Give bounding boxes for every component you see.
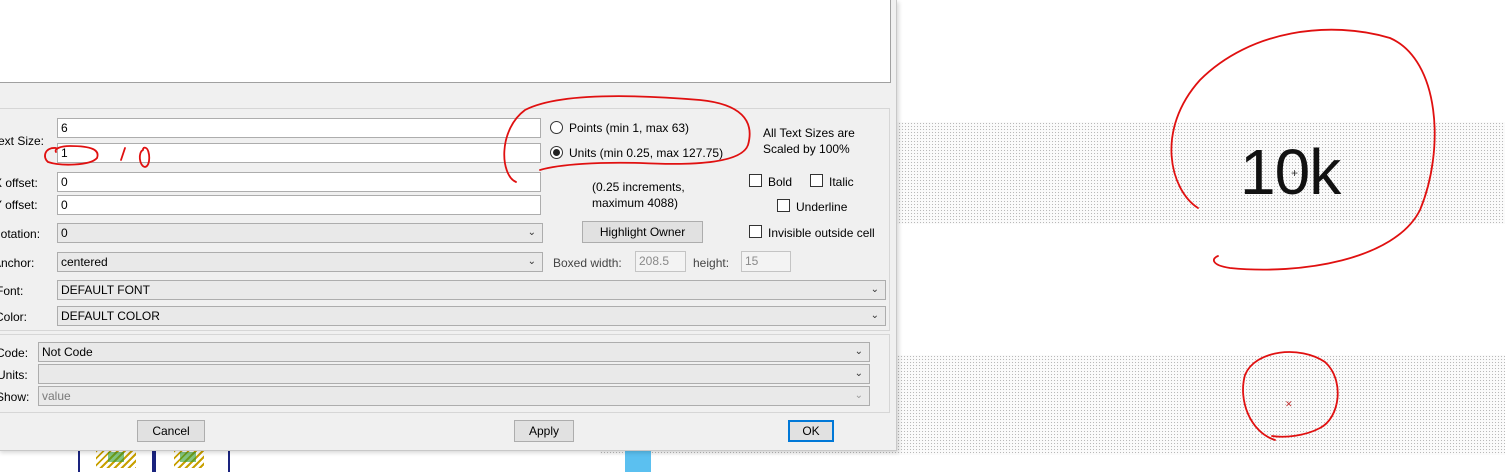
boxed-height-label: height: — [693, 256, 730, 270]
dotted-region-top — [895, 122, 1505, 224]
units-label: Units: — [0, 368, 28, 382]
x-offset-input[interactable]: 0 — [57, 172, 541, 192]
text-size-label: Text Size: — [0, 134, 45, 148]
cancel-button[interactable]: Cancel — [137, 420, 205, 442]
chevron-down-icon: ⌄ — [854, 368, 863, 379]
units-radio[interactable] — [550, 146, 563, 159]
small-anchor-mark-icon: ✕ — [1285, 399, 1293, 409]
text-content-area[interactable] — [0, 0, 891, 83]
y-offset-input[interactable]: 0 — [57, 195, 541, 215]
chevron-down-icon: ⌄ — [527, 256, 536, 267]
y-offset-label: Y offset: — [0, 198, 38, 212]
color-value: DEFAULT COLOR — [61, 309, 160, 323]
font-label: Font: — [0, 284, 24, 298]
chevron-down-icon: ⌄ — [854, 390, 863, 401]
anchor-select[interactable]: centered ⌄ — [57, 252, 543, 272]
bold-label[interactable]: Bold — [768, 175, 792, 189]
show-select: value ⌄ — [38, 386, 870, 406]
anchor-label: Anchor: — [0, 256, 35, 270]
text-size-units-input[interactable]: 1 — [57, 143, 541, 163]
text-properties-dialog: Text Size: 6 1 X offset: 0 Y offset: 0 R… — [0, 0, 897, 451]
font-select[interactable]: DEFAULT FONT ⌄ — [57, 280, 886, 300]
rotation-select[interactable]: 0 ⌄ — [57, 223, 543, 243]
boxed-height-input: 15 — [741, 251, 791, 272]
code-value: Not Code — [42, 345, 93, 359]
schematic-part-right — [152, 448, 230, 472]
schematic-part-left — [78, 448, 156, 472]
chevron-down-icon: ⌄ — [870, 284, 879, 295]
highlight-owner-button[interactable]: Highlight Owner — [582, 221, 703, 243]
chevron-down-icon: ⌄ — [854, 346, 863, 357]
italic-label[interactable]: Italic — [829, 175, 854, 189]
code-select[interactable]: Not Code ⌄ — [38, 342, 870, 362]
x-offset-label: X offset: — [0, 176, 38, 190]
chevron-down-icon: ⌄ — [527, 227, 536, 238]
font-value: DEFAULT FONT — [61, 283, 150, 297]
underline-label[interactable]: Underline — [796, 200, 847, 214]
invisible-outside-cell-label[interactable]: Invisible outside cell — [768, 226, 875, 240]
blue-wire-segment — [625, 450, 651, 472]
code-label: Code: — [0, 346, 29, 360]
bold-checkbox[interactable] — [749, 174, 762, 187]
rotation-value: 0 — [61, 226, 68, 240]
underline-checkbox[interactable] — [777, 199, 790, 212]
anchor-cross-icon: + — [1291, 166, 1299, 180]
apply-button[interactable]: Apply — [514, 420, 574, 442]
points-radio[interactable] — [550, 121, 563, 134]
rotation-label: Rotation: — [0, 227, 41, 241]
show-label: Show: — [0, 390, 30, 404]
anchor-value: centered — [61, 255, 108, 269]
scaled-note-line2: Scaled by 100% — [763, 142, 850, 156]
units-select[interactable]: ⌄ — [38, 364, 870, 384]
boxed-width-input: 208.5 — [635, 251, 686, 272]
boxed-width-label: Boxed width: — [553, 256, 622, 270]
italic-checkbox[interactable] — [810, 174, 823, 187]
increments-note-line1: (0.25 increments, — [592, 180, 685, 194]
color-select[interactable]: DEFAULT COLOR ⌄ — [57, 306, 886, 326]
increments-note-line2: maximum 4088) — [592, 196, 679, 210]
units-radio-label[interactable]: Units (min 0.25, max 127.75) — [569, 146, 723, 160]
text-size-points-input[interactable]: 6 — [57, 118, 541, 138]
ok-button[interactable]: OK — [788, 420, 834, 442]
scaled-note-line1: All Text Sizes are — [763, 126, 855, 140]
chevron-down-icon: ⌄ — [870, 310, 879, 321]
points-radio-label[interactable]: Points (min 1, max 63) — [569, 121, 689, 135]
invisible-outside-cell-checkbox[interactable] — [749, 225, 762, 238]
show-value: value — [42, 389, 71, 403]
color-label: Color: — [0, 310, 28, 324]
